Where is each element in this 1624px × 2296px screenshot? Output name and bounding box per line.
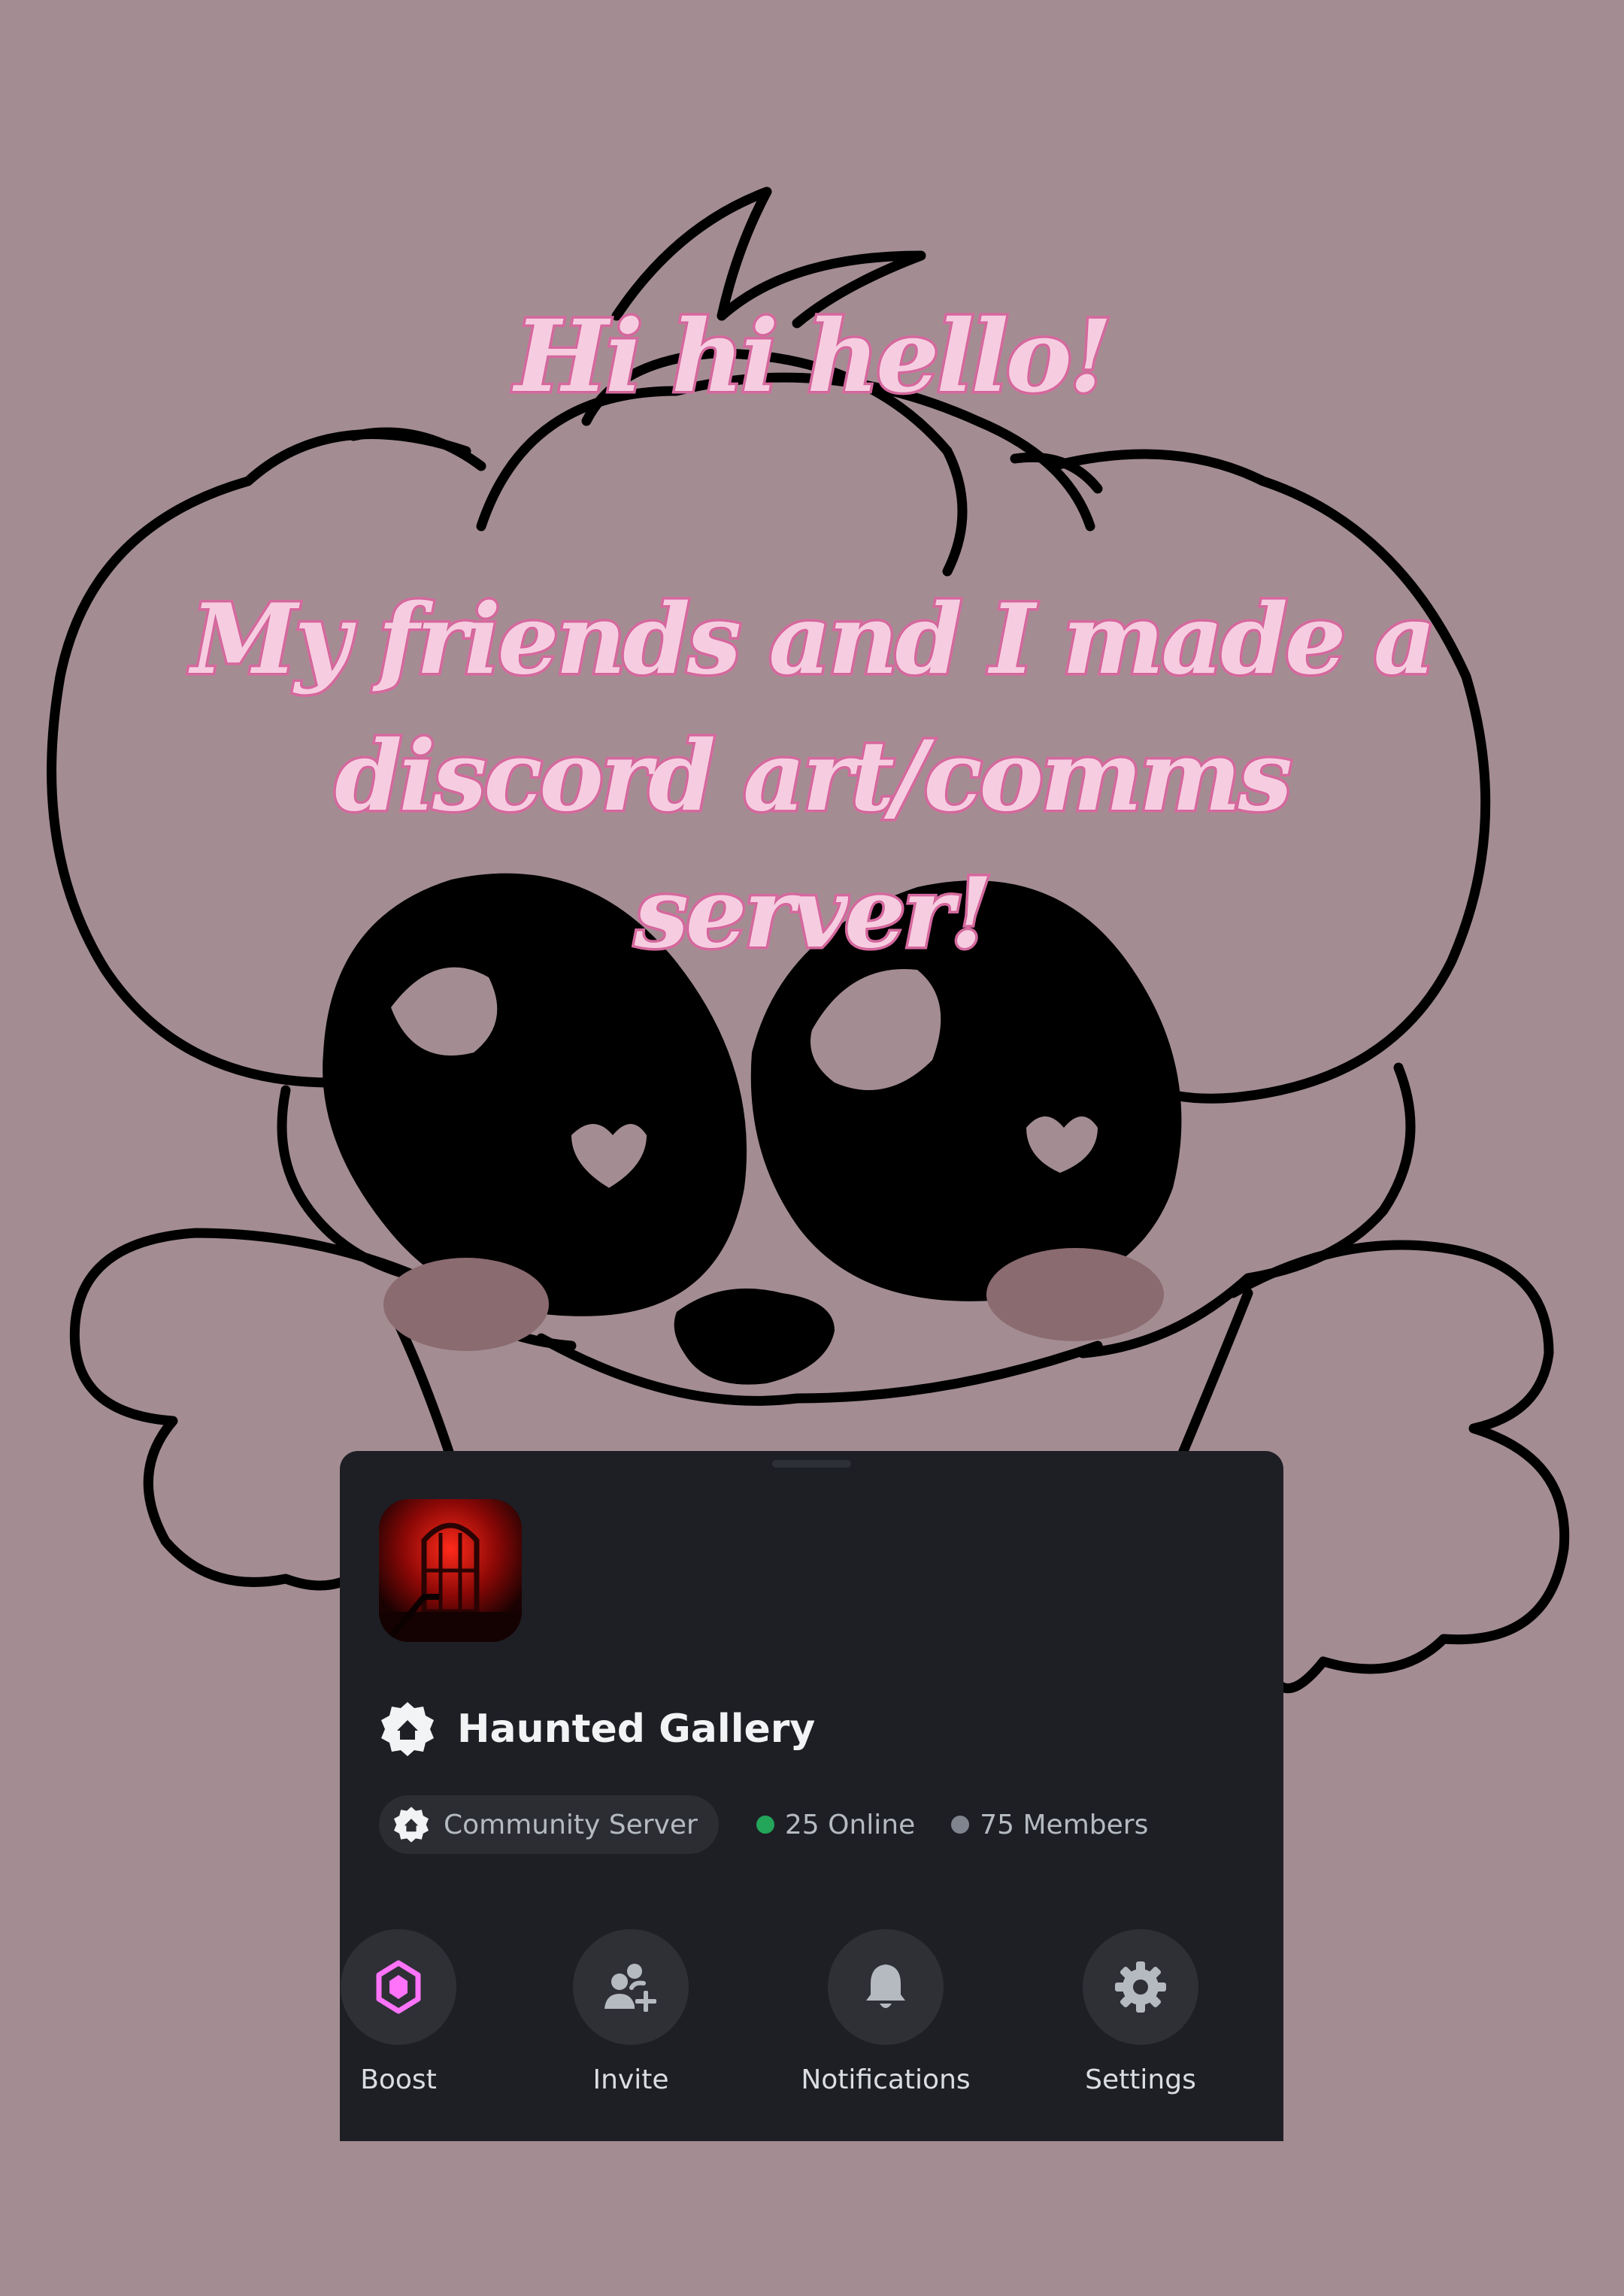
server-meta-row: Community Server 25 Online 75 Members bbox=[379, 1795, 1184, 1854]
bell-icon bbox=[866, 1964, 905, 2008]
settings-button[interactable]: Settings bbox=[1028, 1929, 1253, 2095]
online-status-dot bbox=[756, 1816, 774, 1834]
members-status-dot bbox=[951, 1816, 970, 1834]
member-count: 75 Members bbox=[951, 1810, 1148, 1840]
boost-gem-icon bbox=[376, 1960, 421, 2014]
community-badge-icon bbox=[381, 1702, 434, 1756]
server-title-row: Haunted Gallery bbox=[379, 1701, 815, 1758]
sheet-drag-handle[interactable] bbox=[772, 1460, 851, 1468]
server-actions: Boost Invite Notifications Settings bbox=[340, 1929, 1283, 2117]
member-count-label: 75 Members bbox=[980, 1809, 1149, 1840]
settings-label: Settings bbox=[1085, 2064, 1196, 2095]
server-icon[interactable] bbox=[379, 1499, 522, 1642]
server-info-sheet: Haunted Gallery Community Server 25 Onli… bbox=[340, 1451, 1283, 2141]
headline-message: My friends and I made a discord art/comm… bbox=[189, 581, 1439, 973]
invite-label: Invite bbox=[592, 2064, 669, 2095]
settings-button-circle[interactable] bbox=[1083, 1929, 1198, 2045]
online-count: 25 Online bbox=[756, 1810, 915, 1840]
add-person-icon bbox=[604, 1964, 656, 2012]
headline-greeting: Hi hi hello! bbox=[512, 296, 1115, 418]
community-server-label: Community Server bbox=[444, 1809, 698, 1840]
notifications-button[interactable]: Notifications bbox=[773, 1929, 998, 2095]
community-server-tag[interactable]: Community Server bbox=[379, 1795, 719, 1854]
notifications-button-circle[interactable] bbox=[828, 1929, 944, 2045]
online-count-label: 25 Online bbox=[784, 1809, 916, 1840]
gear-icon bbox=[1115, 1961, 1166, 2013]
community-badge-icon bbox=[393, 1807, 429, 1843]
boost-button[interactable]: Boost bbox=[286, 1929, 511, 2095]
invite-button[interactable]: Invite bbox=[518, 1929, 744, 2095]
server-icon-image bbox=[379, 1499, 522, 1642]
server-name: Haunted Gallery bbox=[457, 1707, 816, 1752]
notifications-label: Notifications bbox=[801, 2064, 971, 2095]
boost-label: Boost bbox=[360, 2064, 437, 2095]
invite-button-circle[interactable] bbox=[573, 1929, 689, 2045]
boost-button-circle[interactable] bbox=[341, 1929, 456, 2045]
